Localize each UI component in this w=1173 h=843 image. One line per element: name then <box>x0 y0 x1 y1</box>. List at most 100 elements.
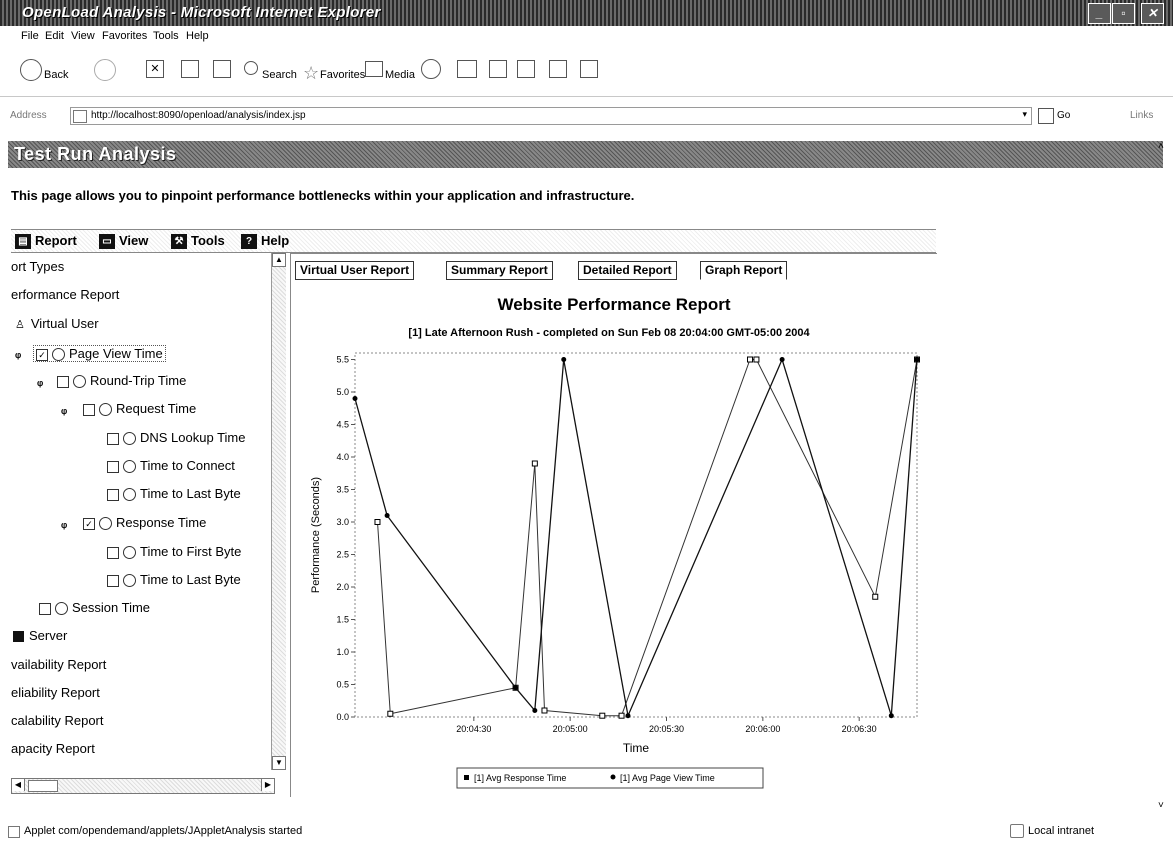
tree-item-virtual-user[interactable]: ♙ Virtual User <box>15 316 99 331</box>
tree-item-time-to-first-byte[interactable]: Time to First Byte <box>107 544 241 560</box>
scroll-left-icon[interactable]: ◀ <box>12 779 25 791</box>
page-scroll-up-icon[interactable]: ˄ <box>1158 141 1164 152</box>
go-arrow-icon[interactable] <box>1038 108 1054 124</box>
tree-item-label: eliability Report <box>11 685 100 700</box>
tree-item[interactable]: vailability Report <box>11 657 106 672</box>
window-title-bar[interactable]: OpenLoad Analysis - Microsoft Internet E… <box>0 0 1173 26</box>
legend-entry-page-view: [1] Avg Page View Time <box>620 773 715 783</box>
media-button[interactable]: Media <box>385 69 415 81</box>
checkbox[interactable] <box>107 488 119 501</box>
edit-icon[interactable] <box>517 60 535 78</box>
print-icon[interactable] <box>489 60 507 78</box>
scroll-thumb[interactable] <box>28 780 58 792</box>
back-arrow-icon[interactable] <box>20 59 42 81</box>
checkbox[interactable] <box>107 574 119 587</box>
menu-help[interactable]: Help <box>186 30 209 42</box>
scroll-up-icon[interactable]: ▲ <box>272 253 286 267</box>
tree-horizontal-scrollbar[interactable]: ◀ ▶ <box>11 778 275 794</box>
tree-item-session-time[interactable]: Session Time <box>39 600 150 616</box>
menu-tools[interactable]: Tools <box>153 30 179 42</box>
forward-arrow-icon[interactable] <box>94 59 116 81</box>
tree-item-server[interactable]: Server <box>13 628 67 643</box>
links-button[interactable]: Links <box>1130 110 1153 121</box>
y-tick-label: 3.5 <box>336 485 349 495</box>
menu-file[interactable]: File <box>21 30 39 42</box>
applet-menu-view[interactable]: ▭ View <box>99 233 148 250</box>
menu-edit[interactable]: Edit <box>45 30 64 42</box>
applet-menu-tools[interactable]: ⚒ Tools <box>171 233 225 250</box>
data-point-page-view <box>625 713 631 719</box>
data-point-response <box>747 356 754 363</box>
tab-summary-report[interactable]: Summary Report <box>446 261 553 280</box>
tree-vertical-scrollbar[interactable]: ▲ ▼ <box>271 253 286 770</box>
tree-item-response-time[interactable]: ✓ Response Time <box>83 515 206 531</box>
chevron-down-icon[interactable]: ▾ <box>1022 109 1027 120</box>
messenger-icon[interactable] <box>580 60 598 78</box>
media-icon[interactable] <box>365 61 383 77</box>
x-tick-label: 20:05:00 <box>553 724 588 734</box>
menu-view[interactable]: View <box>71 30 95 42</box>
checkbox[interactable]: ✓ <box>83 517 95 530</box>
checkbox[interactable] <box>107 432 119 445</box>
history-icon[interactable] <box>421 59 441 79</box>
close-icon[interactable]: ✕ <box>1141 3 1164 24</box>
expand-toggle-icon[interactable]: ᵩ <box>37 373 43 388</box>
mail-icon[interactable] <box>457 60 477 78</box>
applet-menu-help[interactable]: ? Help <box>241 233 289 250</box>
tree-item[interactable]: eliability Report <box>11 685 100 700</box>
x-tick-label: 20:06:30 <box>842 724 877 734</box>
applet-menu-report[interactable]: ▤ Report <box>15 233 77 250</box>
y-tick-label: 0.5 <box>336 680 349 690</box>
minimize-icon[interactable]: _ <box>1088 3 1111 24</box>
y-tick-label: 0.0 <box>336 712 349 722</box>
tree-item[interactable]: apacity Report <box>11 741 95 756</box>
search-icon[interactable] <box>244 61 258 75</box>
back-button[interactable]: Back <box>44 69 68 81</box>
tree-item[interactable]: calability Report <box>11 713 104 728</box>
tree-item-time-to-last-byte[interactable]: Time to Last Byte <box>107 486 241 502</box>
tree-item-page-view-time[interactable]: ✓ Page View Time <box>33 345 166 363</box>
address-input[interactable]: http://localhost:8090/openload/analysis/… <box>70 107 1032 125</box>
scroll-right-icon[interactable]: ▶ <box>261 779 274 791</box>
tree-item[interactable]: erformance Report <box>11 287 119 302</box>
maximize-icon[interactable]: ▫ <box>1112 3 1135 24</box>
expand-toggle-icon[interactable]: ᵩ <box>15 345 21 360</box>
x-tick-label: 20:06:00 <box>745 724 780 734</box>
checkbox[interactable] <box>83 403 95 416</box>
checkbox[interactable] <box>107 546 119 559</box>
checkbox[interactable] <box>57 375 69 388</box>
menu-favorites[interactable]: Favorites <box>102 30 147 42</box>
tree-item-request-time[interactable]: Request Time <box>83 401 196 417</box>
stop-icon[interactable]: ✕ <box>146 60 164 78</box>
favorites-star-icon[interactable]: ☆ <box>303 63 319 84</box>
tree-item-round-trip-time[interactable]: Round-Trip Time <box>57 373 186 389</box>
tree-item-time-to-last-byte[interactable]: Time to Last Byte <box>107 572 241 588</box>
report-icon: ▤ <box>15 234 31 250</box>
checkbox[interactable]: ✓ <box>36 348 48 361</box>
clock-icon <box>123 574 136 588</box>
status-text: Applet com/opendemand/applets/JAppletAna… <box>24 825 303 837</box>
tab-graph-report[interactable]: Graph Report <box>700 261 788 280</box>
refresh-icon[interactable] <box>181 60 199 78</box>
tree-item-dns-lookup-time[interactable]: DNS Lookup Time <box>107 430 246 446</box>
y-tick-label: 4.0 <box>336 452 349 462</box>
checkbox[interactable] <box>39 602 51 615</box>
search-button[interactable]: Search <box>262 69 297 81</box>
tab-virtual-user-report[interactable]: Virtual User Report <box>295 261 415 280</box>
checkbox[interactable] <box>107 460 119 473</box>
clock-icon <box>55 602 68 616</box>
tree-item-time-to-connect[interactable]: Time to Connect <box>107 458 235 474</box>
report-tree: ort Types erformance Report ♙ Virtual Use… <box>11 253 283 796</box>
discuss-icon[interactable] <box>549 60 567 78</box>
favorites-button[interactable]: Favorites <box>320 69 365 81</box>
tab-detailed-report[interactable]: Detailed Report <box>578 261 677 280</box>
scroll-down-icon[interactable]: ▼ <box>272 756 286 770</box>
go-button[interactable]: Go <box>1057 110 1070 121</box>
tree-item[interactable]: ort Types <box>11 259 64 274</box>
expand-toggle-icon[interactable]: ᵩ <box>61 401 67 416</box>
intranet-zone-icon <box>1010 824 1024 838</box>
home-icon[interactable] <box>213 60 231 78</box>
expand-toggle-icon[interactable]: ᵩ <box>61 515 67 530</box>
clock-icon <box>73 375 86 389</box>
page-scroll-down-icon[interactable]: ˅ <box>1158 800 1164 811</box>
